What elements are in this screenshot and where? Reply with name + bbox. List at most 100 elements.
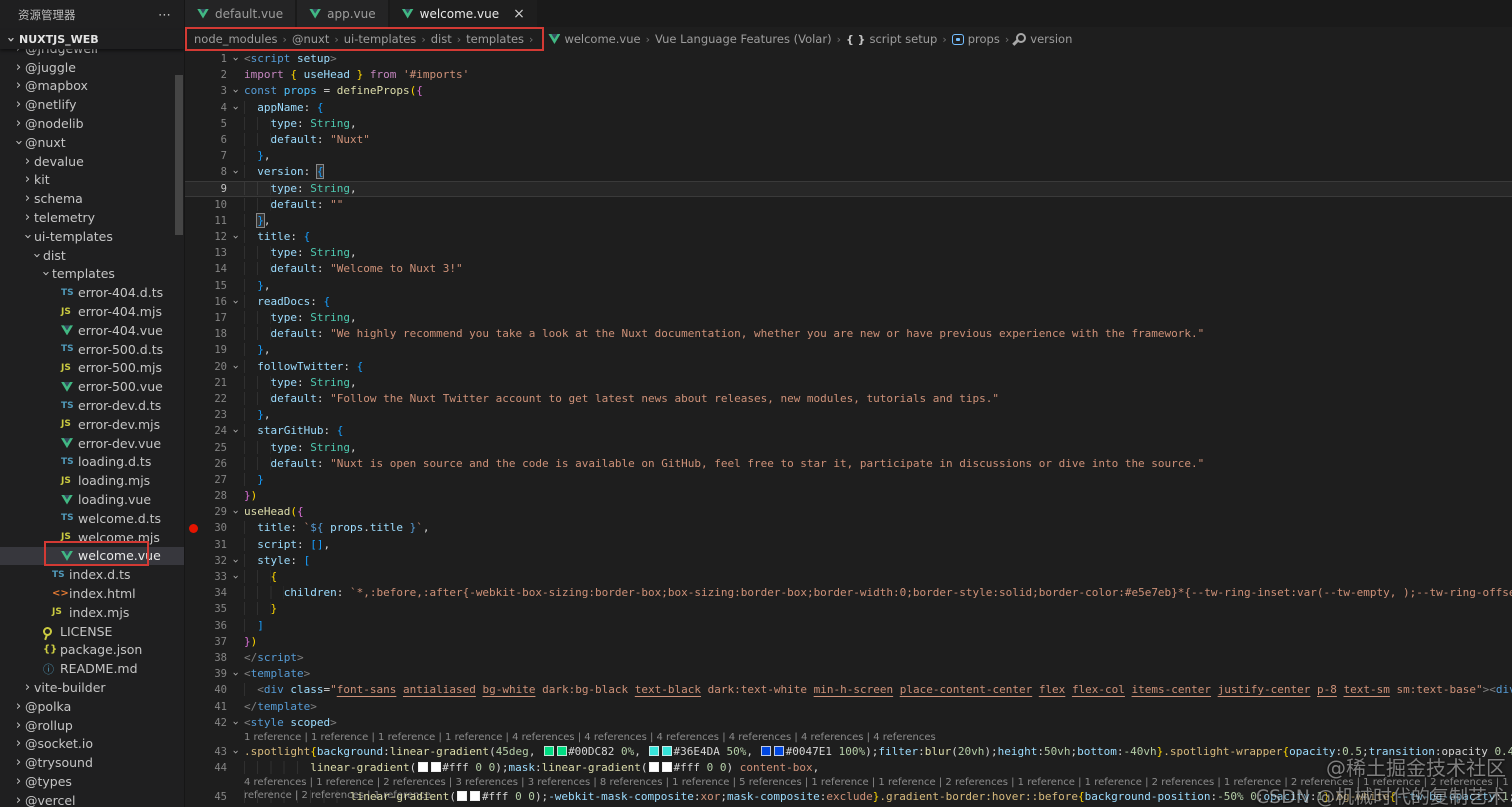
breakpoint-gutter[interactable] <box>185 504 201 520</box>
color-swatch[interactable] <box>470 791 481 802</box>
codelens-references[interactable]: 4 references | 1 reference | 2 reference… <box>185 776 1512 801</box>
breadcrumb-item-node_modules[interactable]: node_modules <box>194 32 278 46</box>
tab-default.vue[interactable]: default.vue <box>185 0 298 27</box>
code-line-7[interactable]: 7 }, <box>185 148 1512 164</box>
code-line-40[interactable]: 40 <div class="font-sans antialiased bg-… <box>185 682 1512 698</box>
tree-item-@nuxt[interactable]: › @nuxt <box>0 133 184 152</box>
breakpoint-gutter[interactable] <box>185 245 201 261</box>
breakpoint-gutter[interactable] <box>185 537 201 553</box>
tree-item-error-404.d.ts[interactable]: TS error-404.d.ts <box>0 283 184 302</box>
code-line-12[interactable]: 12 › title: { <box>185 229 1512 245</box>
breakpoint-gutter[interactable] <box>185 699 201 715</box>
tree-item-@socket.io[interactable]: › @socket.io <box>0 734 184 753</box>
code-line-2[interactable]: 2 import { useHead } from '#imports' <box>185 67 1512 83</box>
color-swatch[interactable] <box>761 745 772 756</box>
fold-chevron-icon[interactable]: › <box>227 51 244 67</box>
breakpoint-gutter[interactable] <box>185 326 201 342</box>
tree-item-error-500.mjs[interactable]: JS error-500.mjs <box>0 359 184 378</box>
tree-item-loading.mjs[interactable]: JS loading.mjs <box>0 471 184 490</box>
color-swatch[interactable] <box>543 745 554 756</box>
color-swatch[interactable] <box>556 745 567 756</box>
tree-item-schema[interactable]: › schema <box>0 189 184 208</box>
breakpoint-gutter[interactable] <box>185 760 201 776</box>
tree-item-@juggle[interactable]: › @juggle <box>0 58 184 77</box>
code-line-25[interactable]: 25 type: String, <box>185 440 1512 456</box>
breakpoint-gutter[interactable] <box>185 634 201 650</box>
breakpoint-gutter[interactable] <box>185 472 201 488</box>
tree-item-@types[interactable]: › @types <box>0 772 184 791</box>
fold-chevron-icon[interactable]: › <box>227 100 244 116</box>
fold-chevron-icon[interactable]: › <box>227 294 244 310</box>
tree-item-ui-templates[interactable]: › ui-templates <box>0 227 184 246</box>
code-line-8[interactable]: 8 › version: { <box>185 164 1512 180</box>
breakpoint-gutter[interactable] <box>185 423 201 439</box>
tree-item-telemetry[interactable]: › telemetry <box>0 208 184 227</box>
tree-item-package.json[interactable]: {} package.json <box>0 641 184 660</box>
breakpoint-gutter[interactable] <box>185 569 201 585</box>
tree-item-index.mjs[interactable]: JS index.mjs <box>0 603 184 622</box>
breakpoint-gutter[interactable] <box>185 278 201 294</box>
tree-item-loading.vue[interactable]: loading.vue <box>0 490 184 509</box>
code-line-42[interactable]: 42 › <style scoped> <box>185 715 1512 731</box>
code-line-41[interactable]: 41 </template> <box>185 699 1512 715</box>
tree-item-@jridgewell[interactable]: ›@jridgewell <box>0 49 184 58</box>
code-line-9[interactable]: 9 type: String, <box>185 180 1512 197</box>
breakpoint-gutter[interactable] <box>185 715 201 731</box>
more-actions-icon[interactable]: ⋯ <box>158 8 172 23</box>
breakpoint-gutter[interactable] <box>185 116 201 132</box>
breakpoint-gutter[interactable] <box>185 618 201 634</box>
tree-item-error-dev.mjs[interactable]: JS error-dev.mjs <box>0 415 184 434</box>
color-swatch[interactable] <box>649 762 660 773</box>
color-swatch[interactable] <box>662 762 673 773</box>
code-line-21[interactable]: 21 type: String, <box>185 375 1512 391</box>
tree-item-error-500.vue[interactable]: error-500.vue <box>0 377 184 396</box>
code-line-30[interactable]: 30 title: `${ props.title }`, <box>185 520 1512 536</box>
code-line-4[interactable]: 4 › appName: { <box>185 100 1512 116</box>
breadcrumb-item-templates[interactable]: templates <box>466 32 524 46</box>
breakpoint-gutter[interactable] <box>185 213 201 229</box>
tree-item-error-404.mjs[interactable]: JS error-404.mjs <box>0 302 184 321</box>
code-line-20[interactable]: 20 › followTwitter: { <box>185 359 1512 375</box>
close-icon[interactable]: × <box>513 7 525 21</box>
breakpoint-gutter[interactable] <box>185 682 201 698</box>
code-line-13[interactable]: 13 type: String, <box>185 245 1512 261</box>
breakpoint-gutter[interactable] <box>185 83 201 99</box>
breadcrumb-item-dist[interactable]: dist <box>431 32 452 46</box>
breadcrumb-item-Vue-Language-Features-(Volar)[interactable]: Vue Language Features (Volar) <box>655 32 832 46</box>
tree-item-@netlify[interactable]: › @netlify <box>0 95 184 114</box>
breadcrumb-item-@nuxt[interactable]: @nuxt <box>292 32 329 46</box>
tree-item-error-dev.vue[interactable]: error-dev.vue <box>0 434 184 453</box>
code-line-45[interactable]: 45 linear-gradient(#fff 0 0);-webkit-mas… <box>185 789 1512 805</box>
code-line-33[interactable]: 33 › { <box>185 569 1512 585</box>
breakpoint-gutter[interactable] <box>185 164 201 180</box>
tree-item-@polka[interactable]: › @polka <box>0 697 184 716</box>
color-swatch[interactable] <box>457 791 468 802</box>
breakpoint-gutter[interactable] <box>185 342 201 358</box>
breakpoint-gutter[interactable] <box>185 650 201 666</box>
tree-item-error-dev.d.ts[interactable]: TS error-dev.d.ts <box>0 396 184 415</box>
code-line-26[interactable]: 26 default: "Nuxt is open source and the… <box>185 456 1512 472</box>
tree-item-@rollup[interactable]: › @rollup <box>0 716 184 735</box>
tree-item-@vercel[interactable]: › @vercel <box>0 791 184 807</box>
fold-chevron-icon[interactable]: › <box>227 423 244 439</box>
tree-item-index.d.ts[interactable]: TS index.d.ts <box>0 565 184 584</box>
code-line-22[interactable]: 22 default: "Follow the Nuxt Twitter acc… <box>185 391 1512 407</box>
project-section-header[interactable]: › NUXTJS_WEB <box>0 30 184 49</box>
code-line-28[interactable]: 28}) <box>185 488 1512 504</box>
code-line-15[interactable]: 15 }, <box>185 278 1512 294</box>
code-line-1[interactable]: 1 › <script setup> <box>185 51 1512 67</box>
code-line-11[interactable]: 11 }, <box>185 212 1512 229</box>
code-line-17[interactable]: 17 type: String, <box>185 310 1512 326</box>
breakpoint-icon[interactable] <box>189 523 198 533</box>
breakpoint-gutter[interactable] <box>185 100 201 116</box>
breakpoint-gutter[interactable] <box>185 310 201 326</box>
tree-item-vite-builder[interactable]: › vite-builder <box>0 678 184 697</box>
breakpoint-gutter[interactable] <box>185 440 201 456</box>
tree-item-loading.d.ts[interactable]: TS loading.d.ts <box>0 453 184 472</box>
code-line-10[interactable]: 10 default: "" <box>185 197 1512 213</box>
code-line-6[interactable]: 6 default: "Nuxt" <box>185 132 1512 148</box>
tree-item-welcome.mjs[interactable]: JS welcome.mjs <box>0 528 184 547</box>
breadcrumb-item-props[interactable]: props <box>951 32 1000 46</box>
code-line-19[interactable]: 19 }, <box>185 342 1512 358</box>
breakpoint-gutter[interactable] <box>185 148 201 164</box>
